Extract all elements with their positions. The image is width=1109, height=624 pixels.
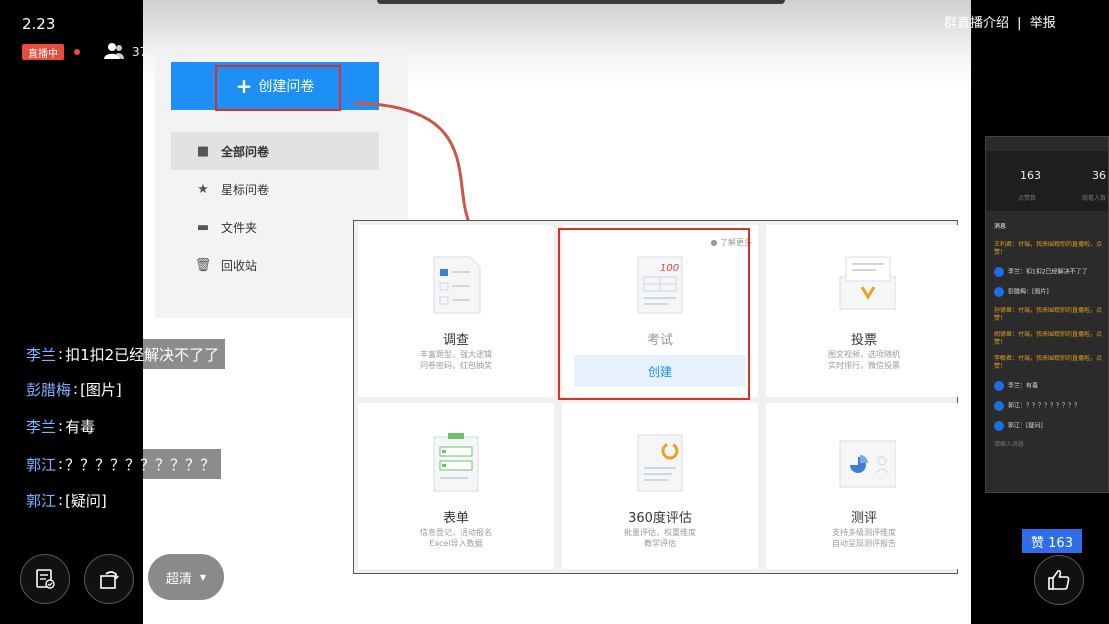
side-message: 李兰：有毒 — [994, 381, 1108, 391]
like-count-badge: 赞 163 — [1022, 529, 1082, 553]
card-desc: 批量评估，权重维度 教学评估 — [624, 528, 696, 548]
side-message: 彭腊梅：[图片] — [994, 287, 1108, 297]
card-title: 测评 — [850, 511, 877, 526]
group-intro-link[interactable]: 群直播介绍 — [944, 16, 1009, 31]
create-highlight-box — [215, 65, 341, 111]
chat-username[interactable]: 李兰 — [26, 344, 56, 365]
card-desc: 丰富题型，强大逻辑 问卷密码，红包抽奖 — [420, 350, 492, 370]
likes-stat-label: 点赞数 — [1018, 195, 1037, 202]
chat-text: 有毒 — [65, 417, 96, 436]
card-survey[interactable]: 调查 丰富题型，强大逻辑 问卷密码，红包抽奖 — [358, 225, 554, 397]
chat-message: 郭江: [疑问] — [22, 485, 113, 515]
side-message: 孙德章：付瑞，我来围观你的直播啦，点赞！ — [994, 307, 1103, 322]
stream-time: 2.23 — [22, 15, 56, 33]
side-message: 王利君：付瑞，我来围观你的直播啦，点赞！ — [994, 241, 1103, 256]
rotate-icon — [100, 571, 119, 589]
exam-highlight-box — [558, 228, 750, 400]
likes-stat: 163 — [1020, 169, 1041, 182]
chat-text: 扣1扣2已经解决不了了 — [65, 345, 220, 364]
chat-message: 李兰: 扣1扣2已经解决不了了 — [22, 339, 226, 369]
card-title: 360度评估 — [628, 511, 692, 526]
live-badge: 直播中 — [22, 44, 64, 60]
chevron-down-icon: ▼ — [199, 572, 207, 582]
card-assessment[interactable]: 测评 支持多级测评维度 自动呈现测评报告 — [766, 403, 962, 569]
card-desc: 信息登记，活动报名 Excel导入数据 — [420, 528, 492, 548]
nav-item-label: 回收站 — [221, 258, 258, 273]
viewers-stat: 36 — [1092, 169, 1106, 182]
chat-username[interactable]: 郭江 — [26, 454, 56, 475]
form-illustration-icon — [433, 433, 479, 492]
side-message: 胡德章：付瑞，我来围观你的直播啦，点赞！ — [994, 331, 1103, 346]
chat-text: ？？？？？？？？？？ — [65, 455, 216, 474]
header-links: 群直播介绍 | 举报 — [942, 12, 1058, 31]
card-title: 投票 — [850, 333, 877, 348]
live-stats-panel: 163 点赞数 36 观看人数 消息 王利君：付瑞，我来围观你的直播啦，点赞！ … — [985, 136, 1109, 493]
card-title: 调查 — [442, 333, 469, 348]
avatar — [994, 421, 1004, 431]
folder-icon: ▬ — [196, 219, 210, 235]
trash-icon: 🗑 — [194, 257, 212, 273]
side-message: 李兰：扣1扣2已经解决不了了 — [994, 267, 1108, 277]
like-button[interactable] — [1034, 555, 1084, 605]
chat-text: [图片] — [80, 380, 122, 399]
chat-message: 郭江:？？？？？？？？？？ — [22, 449, 222, 479]
vote-illustration-icon — [839, 256, 896, 310]
card-desc: 支持多级测评维度 自动呈现测评报告 — [832, 528, 896, 548]
chat-username[interactable]: 李兰 — [26, 416, 56, 437]
nav-item-label: 全部问卷 — [221, 144, 270, 159]
live-dot — [74, 49, 80, 55]
shared-screen: + 创建问卷 ■ 全部问卷 ★ 星标问卷 ▬ 文件夹 🗑 回收站 调查 丰富题型… — [143, 0, 971, 624]
survey-illustration-icon — [433, 256, 481, 314]
card-form[interactable]: 表单 信息登记，活动报名 Excel导入数据 — [358, 403, 554, 569]
viewer-count: 37 人观看 — [132, 45, 188, 59]
avatar — [994, 401, 1004, 411]
side-message: 李敏君：付瑞，我来围观你的直播啦，点赞！ — [994, 355, 1103, 370]
thumbs-up-icon — [1048, 569, 1070, 590]
quality-label: 超清 — [165, 571, 192, 587]
nav-item-label: 星标问卷 — [221, 182, 270, 197]
evaluation-illustration-icon — [637, 434, 683, 492]
stage-top-bar — [377, 0, 785, 4]
card-desc: 图文视频，选项随机 实时排行，微信投票 — [828, 350, 900, 370]
card-360-evaluation[interactable]: 360度评估 批量评估，权重维度 教学评估 — [562, 403, 758, 569]
avatar — [994, 267, 1004, 277]
report-link[interactable]: 举报 — [1030, 16, 1056, 31]
document-button[interactable] — [20, 554, 70, 604]
side-message: 郭江：[疑问] — [994, 421, 1108, 431]
chat-message: 李兰: 有毒 — [22, 411, 102, 441]
star-icon: ★ — [197, 181, 209, 197]
nav-item-label: 文件夹 — [221, 220, 258, 235]
chat-text: [疑问] — [65, 491, 107, 510]
avatar — [994, 287, 1004, 297]
quality-select[interactable]: 超清 ▼ — [148, 554, 224, 600]
card-title: 表单 — [442, 511, 469, 526]
rotate-button[interactable] — [84, 554, 134, 604]
messages-heading: 消息 — [994, 223, 1007, 230]
viewers-stat-label: 观看人数 — [1082, 195, 1107, 202]
chat-username[interactable]: 郭江 — [26, 490, 56, 511]
stats-bar: 163 点赞数 36 观看人数 — [986, 151, 1108, 211]
avatar — [994, 381, 1004, 391]
viewers-icon — [104, 43, 124, 59]
chat-username[interactable]: 彭腊梅 — [26, 379, 71, 400]
chat-message: 彭腊梅: [图片] — [22, 374, 128, 404]
document-check-icon — [36, 569, 55, 589]
side-message: 郭江：？？？？？？？？？ — [994, 401, 1108, 411]
side-message-input[interactable]: 请输入消息 — [994, 441, 1108, 449]
file-icon: ■ — [196, 143, 210, 159]
assessment-illustration-icon — [839, 440, 896, 488]
link-divider: | — [1017, 16, 1022, 31]
card-vote[interactable]: 投票 图文视频，选项随机 实时排行，微信投票 — [766, 225, 962, 397]
